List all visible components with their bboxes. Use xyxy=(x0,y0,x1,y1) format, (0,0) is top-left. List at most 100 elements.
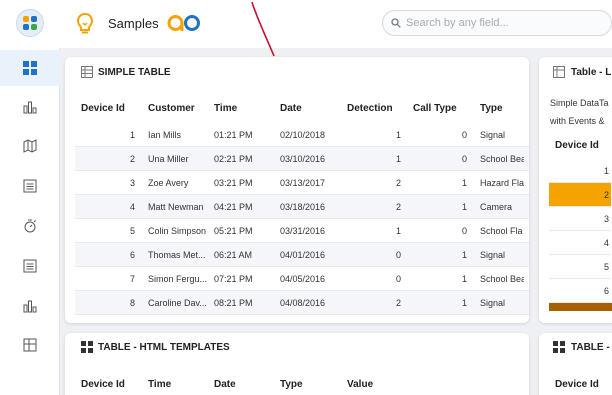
column-header[interactable]: Time xyxy=(148,379,171,390)
table-row[interactable]: 6 xyxy=(549,279,611,303)
table-row[interactable]: 6 Thomas Met... 06:21 AM 04/01/2016 0 1 Signal xyxy=(75,243,529,267)
table-cell: 01:21 PM xyxy=(214,130,253,140)
table-cell: School Bea xyxy=(480,274,524,284)
table-cell: 08:21 PM xyxy=(214,298,253,308)
table-cell: 0 xyxy=(395,250,401,260)
scrollbar-thumb[interactable] xyxy=(549,303,612,311)
table-cell: Simon Fergu... xyxy=(148,274,208,284)
grid-icon xyxy=(553,341,565,353)
table-cell: Thomas Met... xyxy=(148,250,206,260)
column-header[interactable]: Device Id xyxy=(555,140,599,151)
app-logo-icon xyxy=(23,16,37,30)
table-cell: 03/10/2016 xyxy=(280,154,326,164)
table-cell: 04/05/2016 xyxy=(280,274,326,284)
search-box[interactable] xyxy=(382,10,612,36)
sidebar-item-timer[interactable] xyxy=(0,208,60,244)
column-header[interactable]: Detection xyxy=(347,103,393,114)
table-cell: 0 xyxy=(461,154,467,164)
table-icon xyxy=(553,66,565,78)
table-row[interactable]: 2 Una Miller 02:21 PM 03/10/2016 1 0 School Be… xyxy=(75,147,529,171)
column-header[interactable]: Device Id xyxy=(555,379,599,390)
table-row[interactable]: 5 xyxy=(549,255,611,279)
table-cell: 03/18/2016 xyxy=(280,202,326,212)
table-cell: 0 xyxy=(395,274,401,284)
column-header[interactable]: Type xyxy=(280,379,303,390)
table-cell: 04:21 PM xyxy=(214,202,253,212)
top-bar: Samples xyxy=(0,0,612,57)
card-title: SIMPLE TABLE xyxy=(98,67,171,78)
table-cell: 4 xyxy=(603,238,609,248)
table-cell: 0 xyxy=(461,130,467,140)
app-logo[interactable] xyxy=(16,9,44,37)
sidebar-item-maps[interactable] xyxy=(0,128,60,164)
column-header[interactable]: Call Type xyxy=(413,103,457,114)
table-cell: 2 xyxy=(395,178,401,188)
column-header[interactable]: Date xyxy=(214,379,236,390)
dashboard-grid-icon xyxy=(23,61,37,75)
timer-icon xyxy=(24,219,36,233)
table-cell: 1 xyxy=(461,250,467,260)
table-cell: 6 xyxy=(129,250,135,260)
sidebar-item-list-2[interactable] xyxy=(0,248,60,284)
table-row[interactable]: 8 Caroline Dav... 08:21 PM 04/08/2016 2 1 Sign… xyxy=(75,291,529,315)
list-icon xyxy=(23,259,37,273)
search-input[interactable] xyxy=(406,17,596,29)
table-cell: Ian Mills xyxy=(148,130,182,140)
table-cell: 2 xyxy=(603,190,609,200)
table-cell: 2 xyxy=(129,154,135,164)
table-cell: 2 xyxy=(395,298,401,308)
qo-brand-logo xyxy=(167,13,201,38)
table-row[interactable]: 1 xyxy=(549,159,611,183)
column-header[interactable]: Value xyxy=(347,379,373,390)
table-cell: 1 xyxy=(395,154,401,164)
table-cell: 03/13/2017 xyxy=(280,178,326,188)
sidebar-item-charts-2[interactable] xyxy=(0,288,60,324)
table-row[interactable]: 3 Zoe Avery 03:21 PM 03/13/2017 2 1 Hazard Fla xyxy=(75,171,529,195)
table-cell: 1 xyxy=(603,166,609,176)
sidebar-item-tables[interactable] xyxy=(0,327,60,363)
table-row[interactable]: 1 Ian Mills 01:21 PM 02/10/2018 1 0 Signal xyxy=(75,123,529,147)
table-cell: 4 xyxy=(129,202,135,212)
table-cell: 1 xyxy=(461,298,467,308)
table-cell: 1 xyxy=(461,178,467,188)
table-cell: 5 xyxy=(603,262,609,272)
right-bottom-table-card: TABLE - Device Id xyxy=(539,333,612,395)
red-annotation-stroke xyxy=(251,1,275,57)
table-cell: Caroline Dav... xyxy=(148,298,207,308)
table-cell: Colin Simpson xyxy=(148,226,207,236)
table-cell: 1 xyxy=(461,274,467,284)
column-header[interactable]: Device Id xyxy=(81,379,125,390)
events-table-card: Table - L Simple DataTa with Events & De… xyxy=(539,57,612,323)
table-cell: Zoe Avery xyxy=(148,178,189,188)
table-row[interactable]: 3 xyxy=(549,207,611,231)
column-header[interactable]: Device Id xyxy=(81,103,125,114)
search-icon xyxy=(391,18,401,28)
sidebar-item-list[interactable] xyxy=(0,168,60,204)
sidebar-item-charts[interactable] xyxy=(0,89,60,125)
sidebar-item-dashboard[interactable] xyxy=(0,50,60,86)
table-row[interactable]: 5 Colin Simpson 05:21 PM 03/31/2016 1 0 School… xyxy=(75,219,529,243)
simple-table-card: SIMPLE TABLE Device Id Customer Time Dat… xyxy=(65,57,529,323)
table-cell: 1 xyxy=(395,130,401,140)
table-row[interactable]: 7 Simon Fergu... 07:21 PM 04/05/2016 0 1 Schoo… xyxy=(75,267,529,291)
column-header[interactable]: Time xyxy=(214,103,237,114)
column-header[interactable]: Date xyxy=(280,103,302,114)
column-header[interactable]: Customer xyxy=(148,103,195,114)
table-row[interactable]: 4 Matt Newman 04:21 PM 03/18/2016 2 1 Camera xyxy=(75,195,529,219)
map-icon xyxy=(23,139,37,153)
table-cell: Camera xyxy=(480,202,513,212)
lightbulb-icon xyxy=(76,12,94,41)
table-cell: 02:21 PM xyxy=(214,154,253,164)
table-cell: Signal xyxy=(480,130,506,140)
column-header[interactable]: Type xyxy=(480,103,503,114)
table-cell: 04/08/2016 xyxy=(280,298,326,308)
table-row[interactable]: 2 xyxy=(549,183,611,207)
table-cell: 04/01/2016 xyxy=(280,250,326,260)
table-cell: 3 xyxy=(129,178,135,188)
table-cell: Hazard Fla xyxy=(480,178,524,188)
table-cell: 06:21 AM xyxy=(214,250,253,260)
table-row[interactable]: 4 xyxy=(549,231,611,255)
table-cell: 03:21 PM xyxy=(214,178,253,188)
table-cell: 1 xyxy=(395,226,401,236)
table-cell: School Bea xyxy=(480,154,524,164)
